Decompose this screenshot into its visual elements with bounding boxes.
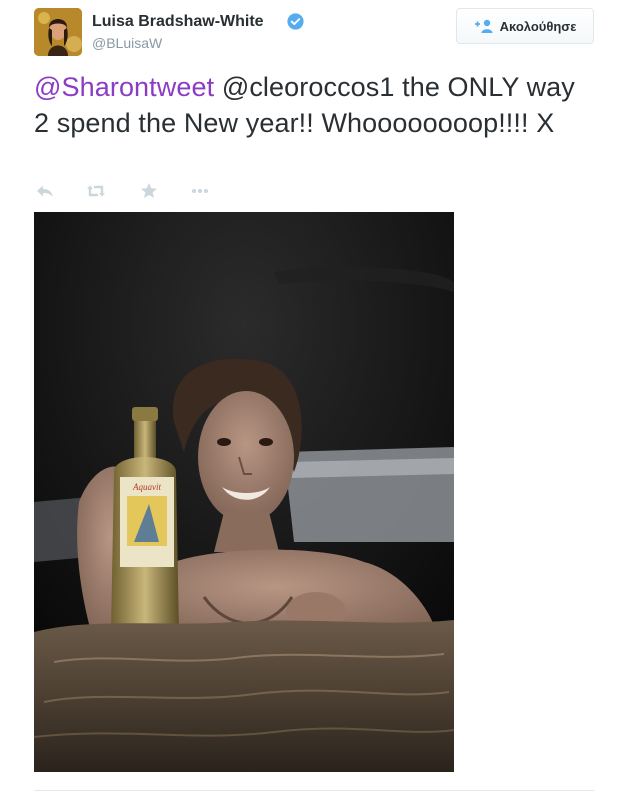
tweet-photo[interactable]: Aquavit: [34, 212, 454, 772]
retweet-button[interactable]: [85, 180, 107, 202]
favorite-icon: [141, 183, 157, 198]
avatar[interactable]: [34, 8, 82, 56]
tweet-text: @Sharontweet @cleoroccos1 the ONLY way 2…: [34, 69, 594, 141]
author-fullname[interactable]: Luisa Bradshaw-White: [92, 13, 264, 31]
follow-button[interactable]: Ακολούθησε: [456, 8, 594, 44]
author-username[interactable]: @BLuisaW: [92, 35, 162, 51]
verified-icon: [287, 13, 304, 30]
more-button[interactable]: [189, 180, 211, 202]
more-icon: [192, 189, 208, 193]
mention-link[interactable]: @Sharontweet: [34, 72, 214, 102]
bottle-label-text: Aquavit: [132, 482, 161, 492]
reply-button[interactable]: [34, 180, 56, 202]
favorite-button[interactable]: [138, 180, 160, 202]
reply-icon: [37, 185, 53, 197]
follow-user-icon: [474, 19, 493, 33]
retweet-icon: [87, 185, 105, 197]
follow-button-label: Ακολούθησε: [499, 18, 577, 34]
tweet: Luisa Bradshaw-White @BLuisaW Ακολούθησε…: [0, 0, 619, 796]
divider: [34, 790, 594, 791]
